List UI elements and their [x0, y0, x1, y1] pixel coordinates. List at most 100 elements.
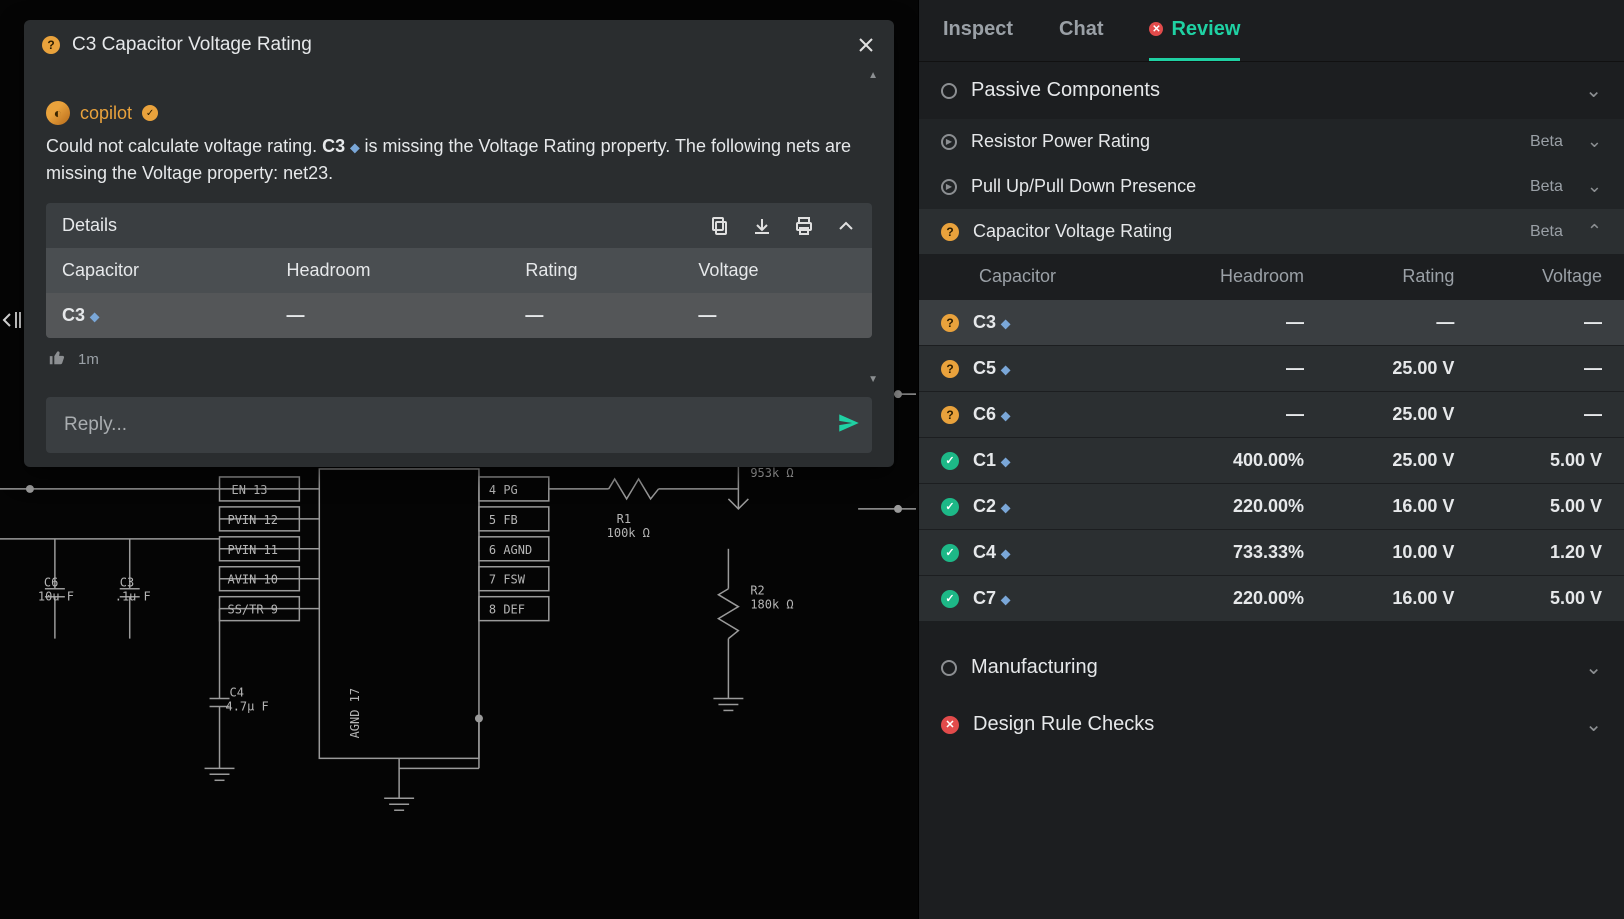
details-label: Details — [62, 215, 117, 236]
modal-title-text: C3 Capacitor Voltage Rating — [72, 34, 312, 56]
play-icon: ▶ — [941, 179, 957, 195]
check-capacitor-voltage[interactable]: ? Capacitor Voltage Rating Beta ⌃ — [919, 209, 1624, 254]
component-link-icon: ◆ — [1001, 592, 1010, 606]
svg-text:R2: R2 — [750, 584, 764, 598]
section-drc[interactable]: ✕ Design Rule Checks ⌄ — [919, 696, 1624, 753]
message-age: 1m — [78, 351, 99, 368]
section-manufacturing[interactable]: Manufacturing ⌄ — [919, 639, 1624, 696]
table-row[interactable]: ✓C4 ◆733.33%10.00 V1.20 V — [919, 530, 1624, 576]
col-rating: Rating — [509, 248, 682, 293]
app-root: EN 13 PVIN 12 PVIN 11 AVIN 10 SS/TR 9 4 … — [0, 0, 1624, 919]
svg-text:PVIN 11: PVIN 11 — [228, 543, 278, 557]
svg-text:8 DEF: 8 DEF — [489, 603, 525, 617]
table-row[interactable]: ✓C2 ◆220.00%16.00 V5.00 V — [919, 484, 1624, 530]
chevron-down-icon: ⌄ — [1585, 655, 1602, 680]
warning-icon: ? — [941, 360, 959, 378]
col-capacitor: Capacitor — [919, 254, 1145, 300]
review-sidebar: Inspect Chat ✕ Review Passive Components… — [918, 0, 1624, 919]
svg-text:180k Ω: 180k Ω — [750, 598, 793, 612]
reply-input[interactable] — [62, 413, 836, 437]
status-circle-icon — [941, 83, 957, 99]
issue-modal: ? C3 Capacitor Voltage Rating ▲ ◐ copilo… — [24, 20, 894, 467]
tab-review[interactable]: ✕ Review — [1149, 0, 1240, 61]
error-dot-icon: ✕ — [1149, 22, 1163, 36]
check-pull-resistors[interactable]: ▶ Pull Up/Pull Down Presence Beta ⌄ — [919, 164, 1624, 209]
col-headroom: Headroom — [1145, 254, 1327, 300]
capacitor-table: Capacitor Headroom Rating Voltage ?C3 ◆—… — [919, 254, 1624, 621]
svg-text:C6: C6 — [44, 576, 58, 590]
tab-inspect[interactable]: Inspect — [943, 0, 1013, 61]
issue-message: Could not calculate voltage rating. C3 ◆… — [46, 133, 872, 187]
send-button[interactable] — [836, 410, 862, 440]
table-row[interactable]: ✓C1 ◆400.00%25.00 V5.00 V — [919, 438, 1624, 484]
component-link-icon: ◆ — [1001, 408, 1010, 422]
tab-bar: Inspect Chat ✕ Review — [919, 0, 1624, 62]
check-icon: ✓ — [941, 452, 959, 470]
svg-text:C4: C4 — [229, 685, 243, 699]
check-icon: ✓ — [941, 498, 959, 516]
svg-text:7 FSW: 7 FSW — [489, 573, 526, 587]
check-icon: ✓ — [941, 544, 959, 562]
svg-text:10u F: 10u F — [38, 590, 74, 604]
warning-icon: ? — [941, 223, 959, 241]
check-resistor-power[interactable]: ▶ Resistor Power Rating Beta ⌄ — [919, 119, 1624, 164]
tab-chat[interactable]: Chat — [1059, 0, 1103, 61]
col-voltage: Voltage — [682, 248, 872, 293]
svg-text:SS/TR 9: SS/TR 9 — [228, 603, 278, 617]
component-link-icon: ◆ — [90, 309, 99, 323]
svg-text:AGND 17: AGND 17 — [348, 688, 362, 738]
copilot-avatar-icon: ◐ — [46, 101, 70, 125]
details-card: Details — [46, 203, 872, 338]
svg-text:C3: C3 — [120, 576, 134, 590]
component-link-icon: ◆ — [1001, 316, 1010, 330]
author-name: copilot — [80, 103, 132, 124]
component-link-icon: ◆ — [1001, 500, 1010, 514]
svg-text:100k Ω: 100k Ω — [607, 526, 650, 540]
details-table: Capacitor Headroom Rating Voltage C3 ◆ —… — [46, 248, 872, 338]
collapse-button[interactable] — [836, 216, 856, 236]
table-row[interactable]: ?C5 ◆—25.00 V— — [919, 346, 1624, 392]
svg-text:EN 13: EN 13 — [231, 483, 267, 497]
check-icon: ✓ — [941, 590, 959, 608]
col-voltage: Voltage — [1476, 254, 1624, 300]
status-circle-icon — [941, 660, 957, 676]
component-link-icon: ◆ — [1001, 454, 1010, 468]
warning-icon: ? — [42, 36, 60, 54]
scroll-up-caret[interactable]: ▲ — [24, 70, 894, 81]
table-row[interactable]: ?C3 ◆——— — [919, 300, 1624, 346]
svg-text:4 PG: 4 PG — [489, 483, 518, 497]
error-icon: ✕ — [941, 716, 959, 734]
play-icon: ▶ — [941, 134, 957, 150]
component-link-icon: ◆ — [1001, 546, 1010, 560]
thumbs-up-button[interactable] — [48, 348, 66, 370]
download-button[interactable] — [752, 216, 772, 236]
warning-icon: ? — [941, 406, 959, 424]
col-capacitor: Capacitor — [46, 248, 271, 293]
table-row[interactable]: ✓C7 ◆220.00%16.00 V5.00 V — [919, 576, 1624, 622]
reply-box — [46, 397, 872, 453]
close-button[interactable] — [856, 35, 876, 55]
svg-text:4.7µ F: 4.7µ F — [226, 699, 269, 713]
modal-header: ? C3 Capacitor Voltage Rating — [24, 20, 894, 70]
chevron-down-icon: ⌄ — [1587, 131, 1602, 152]
col-headroom: Headroom — [271, 248, 510, 293]
print-button[interactable] — [794, 216, 814, 236]
scroll-down-caret[interactable]: ▼ — [24, 374, 894, 385]
component-link-icon: ◆ — [1001, 362, 1010, 376]
svg-text:.1u F: .1u F — [115, 590, 151, 604]
chevron-down-icon: ⌄ — [1585, 712, 1602, 737]
section-passive-components[interactable]: Passive Components ⌄ — [919, 62, 1624, 119]
chevron-up-icon: ⌃ — [1587, 221, 1602, 242]
svg-text:953k Ω: 953k Ω — [750, 466, 793, 480]
table-row[interactable]: ?C6 ◆—25.00 V— — [919, 392, 1624, 438]
chevron-down-icon: ⌄ — [1587, 176, 1602, 197]
message-author: ◐ copilot ✓ — [46, 101, 872, 125]
svg-text:PVIN 12: PVIN 12 — [228, 513, 278, 527]
svg-text:6 AGND: 6 AGND — [489, 543, 532, 557]
col-rating: Rating — [1326, 254, 1476, 300]
schematic-workspace[interactable]: EN 13 PVIN 12 PVIN 11 AVIN 10 SS/TR 9 4 … — [0, 0, 918, 919]
table-row[interactable]: C3 ◆ — — — — [46, 293, 872, 338]
svg-text:5 FB: 5 FB — [489, 513, 518, 527]
chevron-down-icon: ⌄ — [1585, 78, 1602, 103]
copy-button[interactable] — [710, 216, 730, 236]
